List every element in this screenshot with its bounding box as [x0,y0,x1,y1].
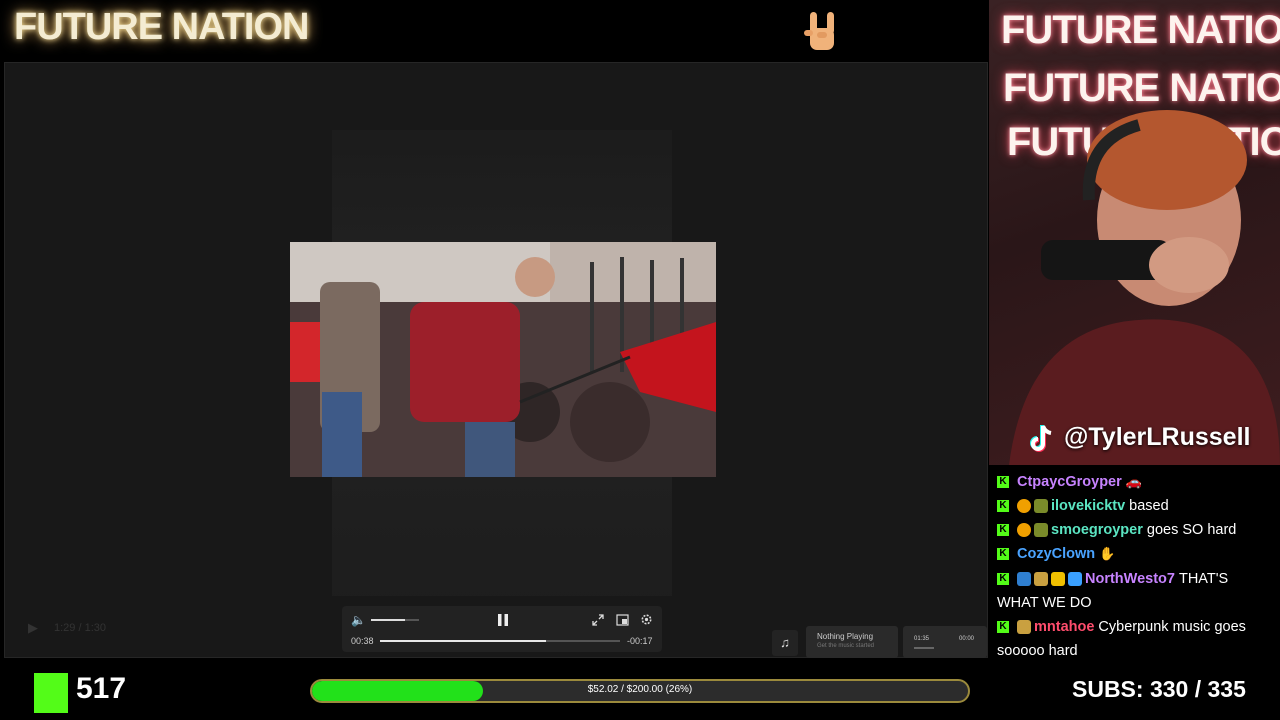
remaining-time: -00:17 [627,636,653,646]
mini-time-start: 01:35 [914,636,930,642]
kick-badge-icon: K [997,573,1009,586]
volume-icon[interactable]: 🔈 [351,613,366,627]
chat-message: K CozyClown ✋ [997,542,1277,566]
vip-badge-icon [1034,572,1048,587]
chat-message: Kmntahoe Cyberpunk music goes [997,615,1277,639]
kick-badge-icon: K [997,621,1009,634]
donation-goal-text: $52.02 / $200.00 (26%) [587,684,693,695]
sub-badge-icon [1017,523,1031,538]
rock-hand-icon [804,12,834,50]
now-playing-widget[interactable] [806,626,898,658]
future-nation-logo: FUTURE NATION [14,6,309,48]
kick-badge-icon: K [997,548,1009,561]
mini-time-end: 00:00 [959,636,975,642]
chat-text-line2: WHAT WE DO [997,595,1092,611]
settings-icon[interactable] [640,613,653,626]
car-emote-icon: 🚗 [1125,474,1142,489]
chat-text-line1: Cyberpunk music goes [1098,619,1246,635]
chat-username[interactable]: mntahoe [1034,619,1094,635]
volume-level [371,619,405,621]
pause-button[interactable] [496,613,510,627]
emote-icon: ✋ [1099,546,1116,561]
pip-icon[interactable] [616,614,629,626]
tiktok-icon [1030,425,1052,452]
chat-username[interactable]: ilovekicktv [1051,498,1125,514]
crown-badge-icon [1051,572,1065,587]
kick-badge-icon: K [997,500,1009,513]
chat-text-line2: sooooo hard [997,643,1078,659]
frog-badge-icon [1034,523,1048,538]
frog-badge-icon [1034,499,1048,514]
chat-username[interactable]: CozyClown [1017,546,1095,562]
chat-text: based [1129,498,1169,514]
chat-message: Ksmoegroyper goes SO hard [997,518,1277,542]
chat-username[interactable]: NorthWesto7 [1085,571,1175,587]
chat-text-line1: THAT'S [1178,571,1229,587]
seek-progress [380,640,546,642]
overlay-text-1: FUTURE NATION [1001,8,1280,52]
chat-text: goes SO hard [1146,522,1237,538]
webcam-feed: FUTURE NATION FUTURE NATION FUTURE NATIO… [989,0,1280,465]
tiktok-handle: @TylerLRussell [1064,423,1251,451]
mini-player [903,626,987,658]
elapsed-time: 00:38 [351,636,374,646]
chat-message: K NorthWesto7 THAT'S [997,567,1277,591]
pause-icon [498,614,508,626]
kick-badge-icon: K [997,524,1009,537]
chat-message: K CtpaycGroyper 🚗 [997,470,1277,494]
chat-username[interactable]: smoegroyper [1051,522,1143,538]
chat-username[interactable]: CtpaycGroyper [1017,474,1122,490]
mini-progress [914,647,934,649]
chat-message: Kilovekicktv based [997,494,1277,518]
chat-message-continued: sooooo hard [997,639,1277,663]
background-play-icon: ▶ [28,620,38,635]
now-playing-title: Nothing Playing [817,632,874,641]
kick-logo-icon [34,673,68,713]
video-clip[interactable] [290,242,716,477]
now-playing-subtitle: Get the music started [817,643,875,649]
og-badge-icon [1017,572,1031,587]
kick-badge-icon: K [997,476,1009,489]
fullscreen-icon[interactable] [592,614,604,626]
background-time: 1:29 / 1:30 [54,622,106,634]
vip-badge-icon [1017,620,1031,635]
subs-counter: SUBS: 330 / 335 [1072,676,1246,702]
sub-badge-icon [1017,499,1031,514]
viewer-count: 517 [76,672,127,705]
streamer [1009,110,1280,465]
chat-message-continued: WHAT WE DO [997,591,1277,615]
music-note-icon[interactable]: ♫ [772,630,798,656]
sword-badge-icon [1068,572,1082,587]
